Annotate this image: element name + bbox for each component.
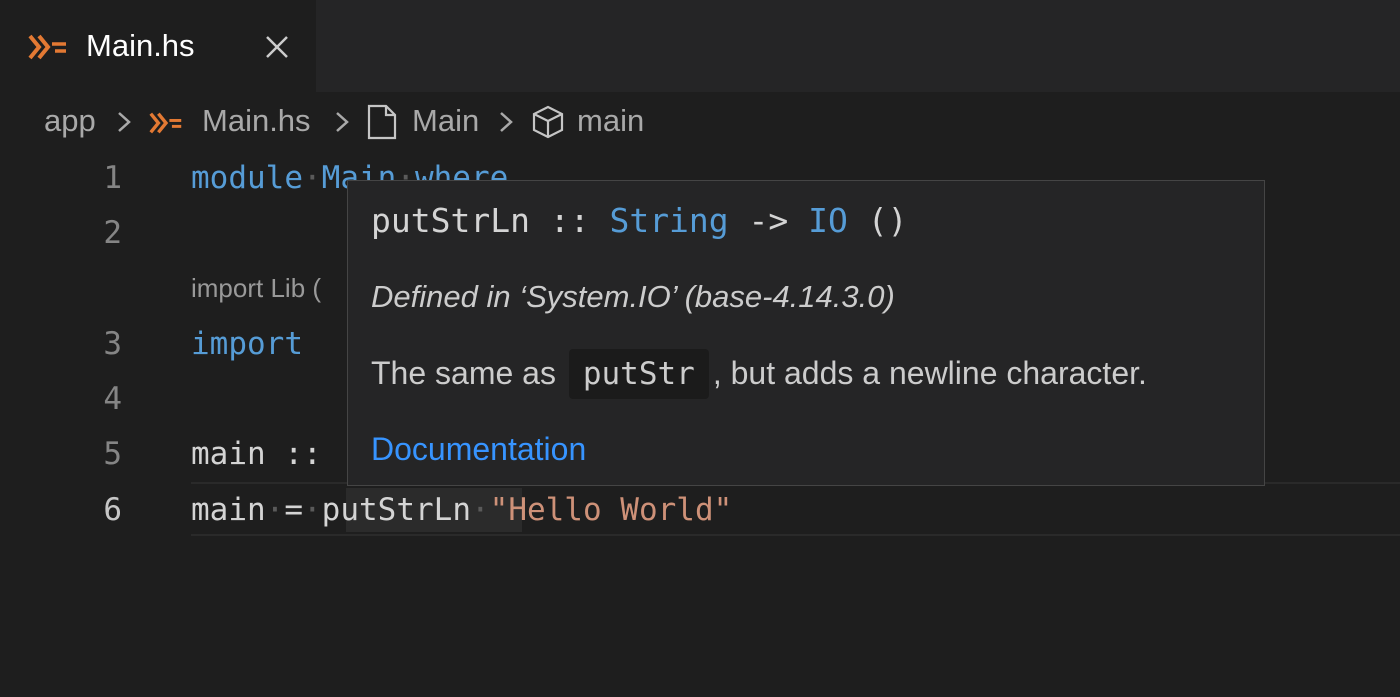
sig-type: IO (808, 201, 848, 240)
sig-name: putStrLn (371, 201, 530, 240)
breadcrumb-symbol[interactable]: main (577, 100, 644, 142)
code-lens[interactable]: import Lib ( (191, 270, 321, 306)
haskell-icon (149, 112, 182, 134)
inline-code: putStr (568, 349, 709, 399)
haskell-icon (28, 34, 66, 60)
breadcrumb-module[interactable]: Main (412, 100, 479, 142)
code-line-5: main :: (191, 436, 322, 472)
breadcrumb-folder[interactable]: app (44, 100, 96, 142)
chevron-right-icon (336, 112, 349, 132)
tab-label: Main.hs (86, 28, 195, 63)
code-line-3: import (191, 324, 303, 364)
type-signature: putStrLn :: String -> IO () (371, 199, 908, 243)
line-number: 1 (103, 160, 122, 196)
sig-arrow: -> (748, 201, 789, 240)
breadcrumb-file[interactable]: Main.hs (202, 100, 311, 142)
sig-unit: () (867, 201, 908, 240)
string-literal: "Hello World" (489, 492, 733, 528)
operator: = (284, 492, 303, 528)
chevron-right-icon (118, 112, 131, 132)
file-icon (367, 104, 397, 140)
description-text: , but adds a newline character. (712, 355, 1147, 391)
line-number-active: 6 (103, 492, 122, 528)
cube-icon (532, 105, 564, 139)
chevron-right-icon (500, 112, 513, 132)
line-number: 5 (103, 436, 122, 472)
tab-bar: Main.hs (0, 0, 1400, 92)
keyword: import (191, 326, 303, 362)
close-icon[interactable] (262, 32, 292, 62)
sig-type: String (609, 201, 729, 240)
defined-in-text: Defined in ‘System.IO’ (base-4.14.3.0) (371, 279, 895, 314)
identifier: main (191, 492, 266, 528)
line-number: 2 (103, 215, 122, 251)
description: The same as putStr, but adds a newline c… (371, 349, 1147, 399)
line-number: 3 (103, 326, 122, 362)
hover-tooltip: putStrLn :: String -> IO () Defined in ‘… (347, 180, 1265, 486)
sig-separator: :: (549, 201, 590, 240)
code-line-6: main·=·putStrLn·"Hello World" (191, 492, 733, 528)
description-text: The same as (371, 355, 556, 391)
breadcrumb: app Main.hs Main main (0, 92, 1400, 150)
keyword: module (191, 160, 303, 196)
tab-main-hs[interactable]: Main.hs (0, 0, 316, 92)
line-number: 4 (103, 381, 122, 417)
function-name: putStrLn (321, 492, 471, 528)
documentation-link[interactable]: Documentation (371, 429, 586, 469)
